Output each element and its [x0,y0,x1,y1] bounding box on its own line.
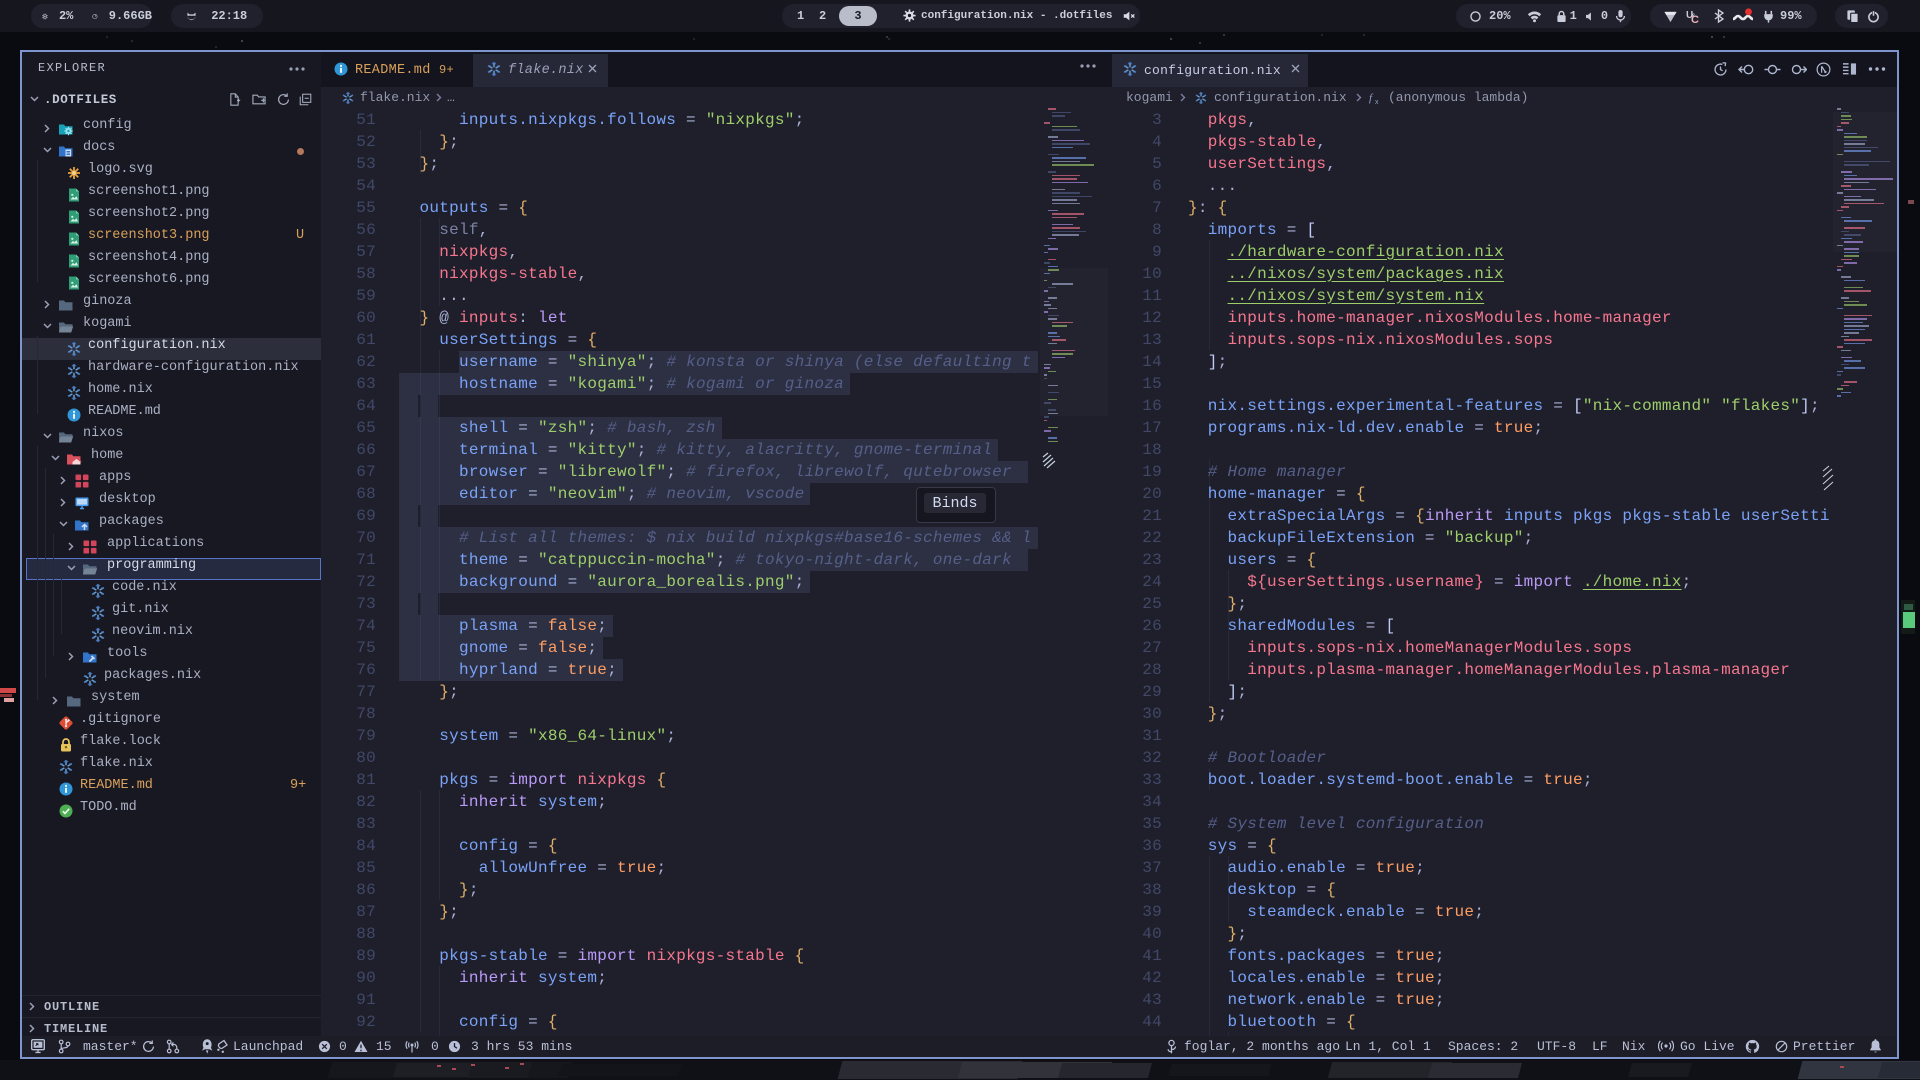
svg-text:C: C [1691,14,1699,24]
svg-text:x: x [1375,99,1379,105]
svg-text:f: f [1369,92,1374,104]
